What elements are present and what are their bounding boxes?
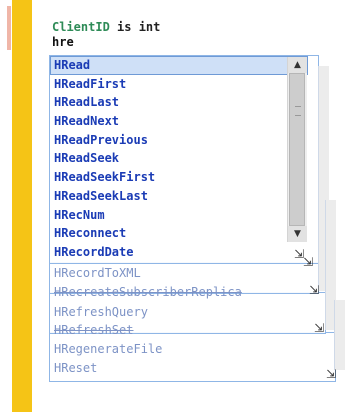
declaration-text: is int [109,20,161,34]
autocomplete-ghost-item: HRecreateSubscriberReplica [54,285,242,299]
grip-icon [295,106,301,116]
code-line-2-typed[interactable]: hre [52,35,74,49]
autocomplete-ghost-item: HRecordToXML [54,266,141,280]
identifier-clientid: ClientID [52,20,110,34]
autocomplete-item[interactable]: HReadFirst [50,75,308,94]
change-marker [7,6,11,50]
autocomplete-item[interactable]: HRecNum [50,206,308,225]
autocomplete-item[interactable]: HRead [50,56,308,75]
autocomplete-ghost-item: HReset [54,361,98,375]
editor-gutter [12,0,32,412]
scroll-thumb[interactable] [289,73,305,226]
scroll-up-icon[interactable]: ▲ [288,57,307,73]
resize-grip-icon: ⇲ [326,367,337,381]
autocomplete-item[interactable]: HReadNext [50,112,308,131]
autocomplete-item[interactable]: HRecordDate [50,243,308,262]
autocomplete-item[interactable]: HReadSeek [50,149,308,168]
autocomplete-ghost-item: HRegenerateFile [54,342,163,356]
autocomplete-item[interactable]: HReadSeekLast [50,187,308,206]
autocomplete-item[interactable]: HReadSeekFirst [50,168,308,187]
resize-grip-icon: ⇲ [303,255,314,269]
autocomplete-item[interactable]: HReadPrevious [50,131,308,150]
resize-grip-icon: ⇲ [314,321,325,335]
autocomplete-ghost-item: HRefreshQuery [54,305,148,319]
scroll-down-icon[interactable]: ▼ [288,226,307,242]
autocomplete-scrollbar[interactable]: ▲ ▼ [287,57,307,242]
resize-grip-icon: ⇲ [309,283,320,297]
autocomplete-ghost-item: HRefreshSet [54,323,134,337]
autocomplete-list: HRead HReadFirst HReadLast HReadNext HReadPr… [50,56,308,262]
autocomplete-item[interactable]: HReadLast [50,93,308,112]
autocomplete-item[interactable]: HReconnect [50,224,308,243]
code-line-1: ClientID is int [52,20,160,34]
ghost-scrollbar-3 [334,300,345,370]
